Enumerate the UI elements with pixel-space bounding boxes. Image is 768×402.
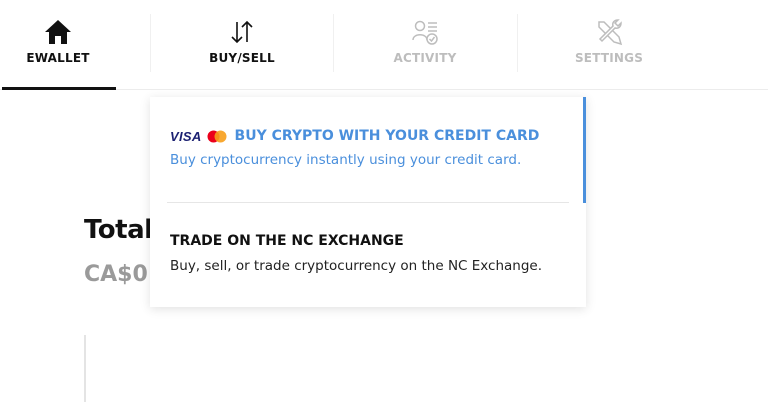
menu-item-buy-with-credit-card[interactable]: VISA BUY CRYPTO WITH YOUR CREDIT CARD Bu… [150,97,586,203]
credit-card-title: BUY CRYPTO WITH YOUR CREDIT CARD [234,128,540,144]
visa-logo: VISA [170,128,202,144]
tab-settings[interactable]: SETTINGS [518,0,700,89]
exchange-title: TRADE ON THE NC EXCHANGE [170,233,404,249]
tab-buy-sell-label: BUY/SELL [209,51,275,65]
buy-sell-arrows-icon [231,20,253,44]
exchange-description: Buy, sell, or trade cryptocurrency on th… [170,258,543,274]
content-divider [84,335,86,402]
tab-activity[interactable]: ACTIVITY [334,0,516,89]
credit-card-description: Buy cryptocurrency instantly using your … [170,152,522,168]
tab-ewallet[interactable]: EWALLET [0,0,116,90]
activity-user-list-icon [412,20,438,45]
tab-ewallet-label: EWALLET [26,51,90,65]
total-balance-amount: CA$0 [84,262,148,287]
wrench-screwdriver-icon [598,19,623,46]
total-balance-title: Total [84,215,153,245]
tab-activity-label: ACTIVITY [393,51,457,65]
buy-sell-dropdown-menu: VISA BUY CRYPTO WITH YOUR CREDIT CARD Bu… [150,97,586,307]
tab-buy-sell[interactable]: BUY/SELL [151,0,333,89]
app-page: EWALLET BUY/SELL ACTIVITY SETTINGS Total… [0,0,768,402]
home-icon [45,20,71,44]
top-navigation: EWALLET BUY/SELL ACTIVITY SETTINGS [0,0,768,90]
menu-item-trade-on-exchange[interactable]: TRADE ON THE NC EXCHANGE Buy, sell, or t… [150,203,586,307]
credit-card-title-row: VISA BUY CRYPTO WITH YOUR CREDIT CARD [170,126,539,146]
tab-settings-label: SETTINGS [574,51,644,65]
mastercard-logo-icon [207,130,227,142]
